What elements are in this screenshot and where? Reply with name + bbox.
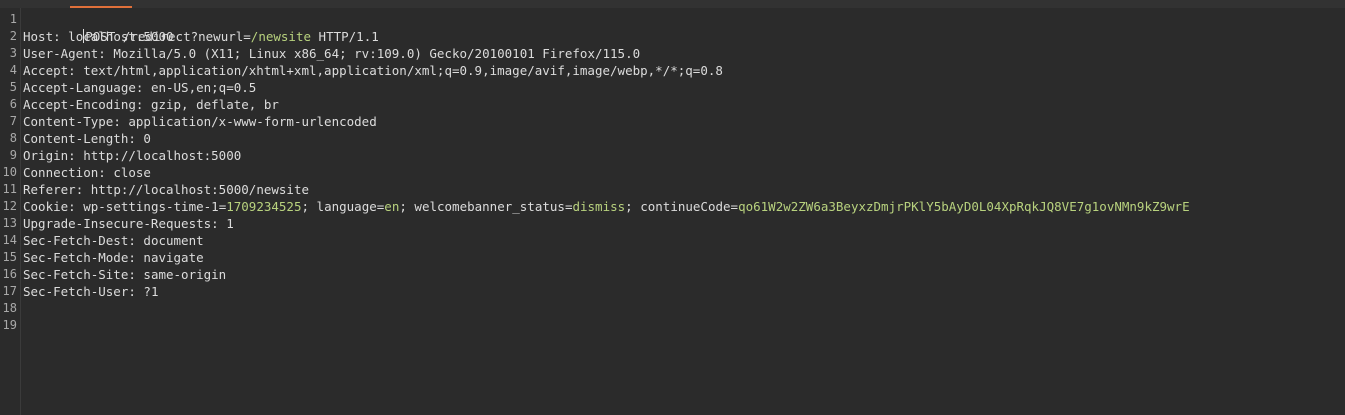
cookie-name: welcomebanner_status <box>414 199 565 214</box>
line-number: 18 <box>2 301 17 315</box>
header-key: Sec-Fetch-User <box>23 284 129 299</box>
empty-line[interactable]: 18 <box>0 300 1345 317</box>
header-value: gzip, deflate, br <box>150 97 279 112</box>
header-key: Sec-Fetch-Dest <box>23 233 129 248</box>
header-line[interactable]: 2 Host: localhost:5000 <box>0 28 1345 45</box>
header-value: application/x-www-form-urlencoded <box>128 114 377 129</box>
header-line[interactable]: 16 Sec-Fetch-Site: same-origin <box>0 266 1345 283</box>
header-key: Connection <box>23 165 99 180</box>
header-value: document <box>143 233 204 248</box>
header-line[interactable]: 14 Sec-Fetch-Dest: document <box>0 232 1345 249</box>
request-lines[interactable]: 1 POST /redirect?newurl=/newsite HTTP/1.… <box>0 11 1345 334</box>
line-number: 14 <box>2 233 17 247</box>
cookie-name: wp-settings-time-1 <box>83 199 219 214</box>
header-line[interactable]: 13 Upgrade-Insecure-Requests: 1 <box>0 215 1345 232</box>
header-line[interactable]: 3 User-Agent: Mozilla/5.0 (X11; Linux x8… <box>0 45 1345 62</box>
header-value: http://localhost:5000/newsite <box>90 182 309 197</box>
header-key: Cookie <box>23 199 69 214</box>
header-value: same-origin <box>143 267 227 282</box>
tab-bar <box>0 0 1345 8</box>
header-value: ?1 <box>143 284 159 299</box>
header-line[interactable]: 8 Content-Length: 0 <box>0 130 1345 147</box>
header-key: Upgrade-Insecure-Requests <box>23 216 212 231</box>
header-line[interactable]: 6 Accept-Encoding: gzip, deflate, br <box>0 96 1345 113</box>
tab-active[interactable] <box>70 0 132 8</box>
line-number: 19 <box>2 318 17 332</box>
header-key: Host <box>23 29 54 44</box>
header-value: text/html,application/xhtml+xml,applicat… <box>83 63 723 78</box>
header-value: 0 <box>143 131 151 146</box>
cookie-name: continueCode <box>640 199 731 214</box>
line-number: 2 <box>9 29 17 43</box>
line-number: 9 <box>9 148 17 162</box>
header-line[interactable]: 17 Sec-Fetch-User: ?1 <box>0 283 1345 300</box>
header-line[interactable]: 7 Content-Type: application/x-www-form-u… <box>0 113 1345 130</box>
header-key: Content-Length <box>23 131 129 146</box>
header-key: Sec-Fetch-Site <box>23 267 129 282</box>
line-number: 1 <box>9 12 17 26</box>
header-value: close <box>113 165 151 180</box>
header-key: Accept <box>23 63 69 78</box>
line-number: 8 <box>9 131 17 145</box>
cookie-value: en <box>384 199 400 214</box>
header-value: localhost:5000 <box>68 29 174 44</box>
header-value: Mozilla/5.0 (X11; Linux x86_64; rv:109.0… <box>113 46 641 61</box>
header-line[interactable]: 10 Connection: close <box>0 164 1345 181</box>
cookie-name: language <box>316 199 377 214</box>
cookie-line[interactable]: 12 Cookie: wp-settings-time-1=1709234525… <box>0 198 1345 215</box>
header-value: navigate <box>143 250 204 265</box>
request-line[interactable]: 1 POST /redirect?newurl=/newsite HTTP/1.… <box>0 11 1345 44</box>
empty-line[interactable]: 19 <box>0 317 1345 334</box>
header-key: Referer <box>23 182 76 197</box>
header-key: Accept-Language <box>23 80 136 95</box>
tab-active-underline <box>70 6 132 8</box>
line-number: 13 <box>2 216 17 230</box>
line-number: 5 <box>9 80 17 94</box>
header-value: 1 <box>226 216 234 231</box>
line-number: 3 <box>9 46 17 60</box>
header-key: Accept-Encoding <box>23 97 136 112</box>
header-key: Sec-Fetch-Mode <box>23 250 129 265</box>
line-number: 11 <box>2 182 17 196</box>
header-line[interactable]: 5 Accept-Language: en-US,en;q=0.5 <box>0 79 1345 96</box>
header-value: http://localhost:5000 <box>83 148 242 163</box>
line-number: 16 <box>2 267 17 281</box>
line-number: 15 <box>2 250 17 264</box>
header-line[interactable]: 15 Sec-Fetch-Mode: navigate <box>0 249 1345 266</box>
header-line[interactable]: 9 Origin: http://localhost:5000 <box>0 147 1345 164</box>
header-value: en-US,en;q=0.5 <box>150 80 257 95</box>
cookie-value: dismiss <box>572 199 626 214</box>
header-line[interactable]: 4 Accept: text/html,application/xhtml+xm… <box>0 62 1345 79</box>
http-request-editor[interactable]: 1 POST /redirect?newurl=/newsite HTTP/1.… <box>0 0 1345 415</box>
line-number: 17 <box>2 284 17 298</box>
cookie-value: 1709234525 <box>226 199 302 214</box>
header-key: Content-Type <box>23 114 114 129</box>
line-number: 10 <box>2 165 17 179</box>
header-key: Origin <box>23 148 69 163</box>
header-line[interactable]: 11 Referer: http://localhost:5000/newsit… <box>0 181 1345 198</box>
cookie-value: qo61W2w2ZW6a3BeyxzDmjrPKlY5bAyD0L04XpRqk… <box>738 199 1190 214</box>
line-number: 12 <box>2 199 17 213</box>
header-key: User-Agent <box>23 46 99 61</box>
line-number: 4 <box>9 63 17 77</box>
line-number: 7 <box>9 114 17 128</box>
line-number: 6 <box>9 97 17 111</box>
